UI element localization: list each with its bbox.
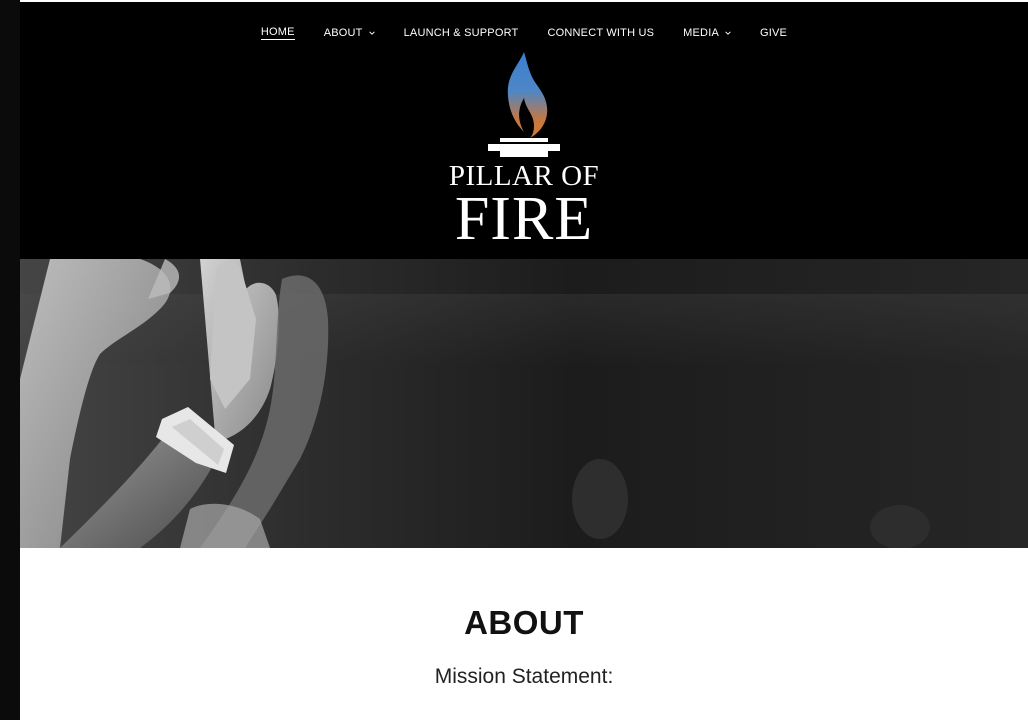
chevron-down-icon bbox=[368, 31, 375, 35]
site-header: HOME ABOUT LAUNCH & SUPPORT CONNECT WITH… bbox=[20, 2, 1028, 259]
nav-item-home[interactable]: HOME bbox=[260, 26, 295, 40]
flame-icon bbox=[488, 52, 560, 157]
left-window-edge bbox=[0, 0, 20, 720]
nav-item-label: CONNECT WITH US bbox=[547, 27, 655, 39]
nav-item-label: GIVE bbox=[760, 27, 788, 39]
main-nav: HOME ABOUT LAUNCH & SUPPORT CONNECT WITH… bbox=[20, 26, 1028, 40]
nav-item-label: MEDIA bbox=[683, 27, 719, 39]
page-title: ABOUT bbox=[464, 604, 584, 641]
mission-statement-heading: Mission Statement: bbox=[434, 665, 614, 688]
hero-image bbox=[20, 259, 1028, 548]
chevron-down-icon bbox=[725, 31, 731, 35]
nav-item-connect[interactable]: CONNECT WITH US bbox=[547, 26, 654, 40]
nav-item-about[interactable]: ABOUT bbox=[324, 26, 375, 40]
nav-item-media[interactable]: MEDIA bbox=[683, 26, 731, 40]
logo-text-line2: FIRE bbox=[454, 185, 594, 253]
nav-item-label: LAUNCH & SUPPORT bbox=[403, 27, 519, 39]
page: HOME ABOUT LAUNCH & SUPPORT CONNECT WITH… bbox=[0, 0, 1028, 720]
raised-hands-image bbox=[20, 259, 930, 548]
site-logo[interactable]: PILLAR OF FIRE bbox=[434, 50, 614, 253]
nav-item-label: HOME bbox=[260, 26, 295, 40]
nav-item-launch-support[interactable]: LAUNCH & SUPPORT bbox=[404, 26, 519, 40]
nav-item-label: ABOUT bbox=[323, 27, 363, 39]
nav-item-give[interactable]: GIVE bbox=[760, 26, 787, 40]
main-content: ABOUT Mission Statement: bbox=[20, 548, 1028, 720]
